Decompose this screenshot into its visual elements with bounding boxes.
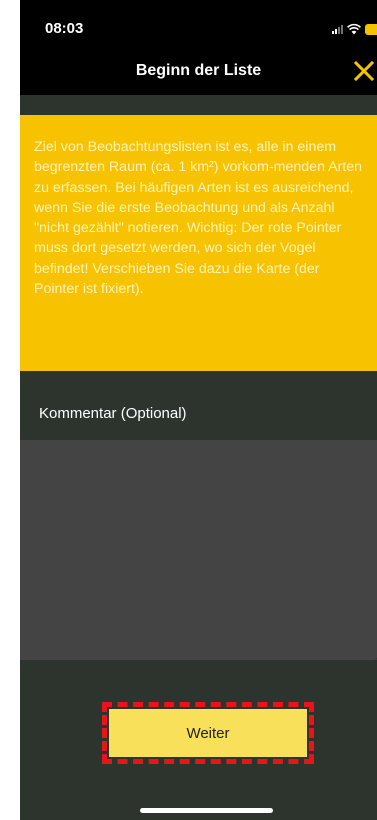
app-screen: 08:03 Beginn der Liste Ziel von Beobacht…: [20, 0, 377, 820]
page-title: Beginn der Liste: [135, 62, 262, 79]
continue-button[interactable]: Weiter: [109, 709, 307, 757]
status-time: 08:03: [45, 20, 84, 37]
comment-input[interactable]: [20, 440, 377, 664]
battery-icon: [365, 23, 377, 35]
close-icon[interactable]: [351, 58, 377, 84]
nav-bar: Beginn der Liste: [20, 48, 377, 95]
comment-label: Kommentar (Optional): [39, 405, 187, 422]
info-text: Ziel von Beobachtungslisten ist es, alle…: [34, 139, 363, 298]
wifi-icon: [347, 23, 361, 35]
status-icons: [332, 22, 377, 36]
info-box: Ziel von Beobachtungslisten ist es, alle…: [20, 115, 377, 371]
status-bar: 08:03: [20, 0, 377, 48]
home-indicator: [140, 808, 273, 813]
header-spacer: [20, 95, 377, 115]
signal-icon: [332, 24, 343, 34]
